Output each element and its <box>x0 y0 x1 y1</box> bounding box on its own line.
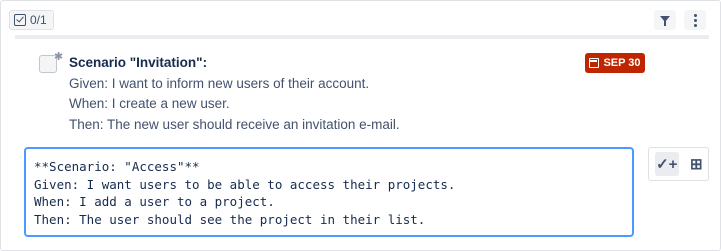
filter-icon <box>660 16 670 26</box>
item-text[interactable]: Scenario "Invitation": Given: I want to … <box>69 53 400 135</box>
progress-counter[interactable]: 0/1 <box>9 10 54 30</box>
item-line-given: Given: I want to inform new users of the… <box>69 75 370 91</box>
editor-actions: ✓+ ⊞ <box>648 147 709 181</box>
asterisk-icon: ✱ <box>54 51 64 63</box>
item-line-then: Then: The new user should receive an inv… <box>69 116 400 132</box>
new-item-editor[interactable]: **Scenario: "Access"** Given: I want use… <box>24 147 634 237</box>
add-to-list-button[interactable]: ⊞ <box>685 152 709 176</box>
more-options-button[interactable] <box>684 10 706 30</box>
checklist-header: 0/1 <box>1 1 720 37</box>
check-plus-icon: ✓+ <box>656 156 678 173</box>
item-title: Scenario "Invitation": <box>69 55 208 70</box>
item-line-when: When: I create a new user. <box>69 96 230 111</box>
progress-counter-label: 0/1 <box>30 13 47 27</box>
checkbox-icon <box>14 14 26 26</box>
add-item-button[interactable]: ✓+ <box>655 152 679 176</box>
progress-bar <box>15 35 709 39</box>
filter-button[interactable] <box>654 10 676 30</box>
checklist-item: ✱ Scenario "Invitation": Given: I want t… <box>39 49 659 132</box>
add-to-list-icon: ⊞ <box>689 156 703 173</box>
calendar-icon <box>589 58 600 68</box>
due-date-badge[interactable]: SEP 30 <box>585 53 645 73</box>
more-vertical-icon <box>693 13 697 27</box>
editor-text[interactable]: **Scenario: "Access"** Given: I want use… <box>34 158 624 228</box>
checklist-panel: 0/1 ✱ Scenario "Invitation": Given: I wa… <box>0 0 721 251</box>
due-date-label: SEP 30 <box>603 57 641 69</box>
